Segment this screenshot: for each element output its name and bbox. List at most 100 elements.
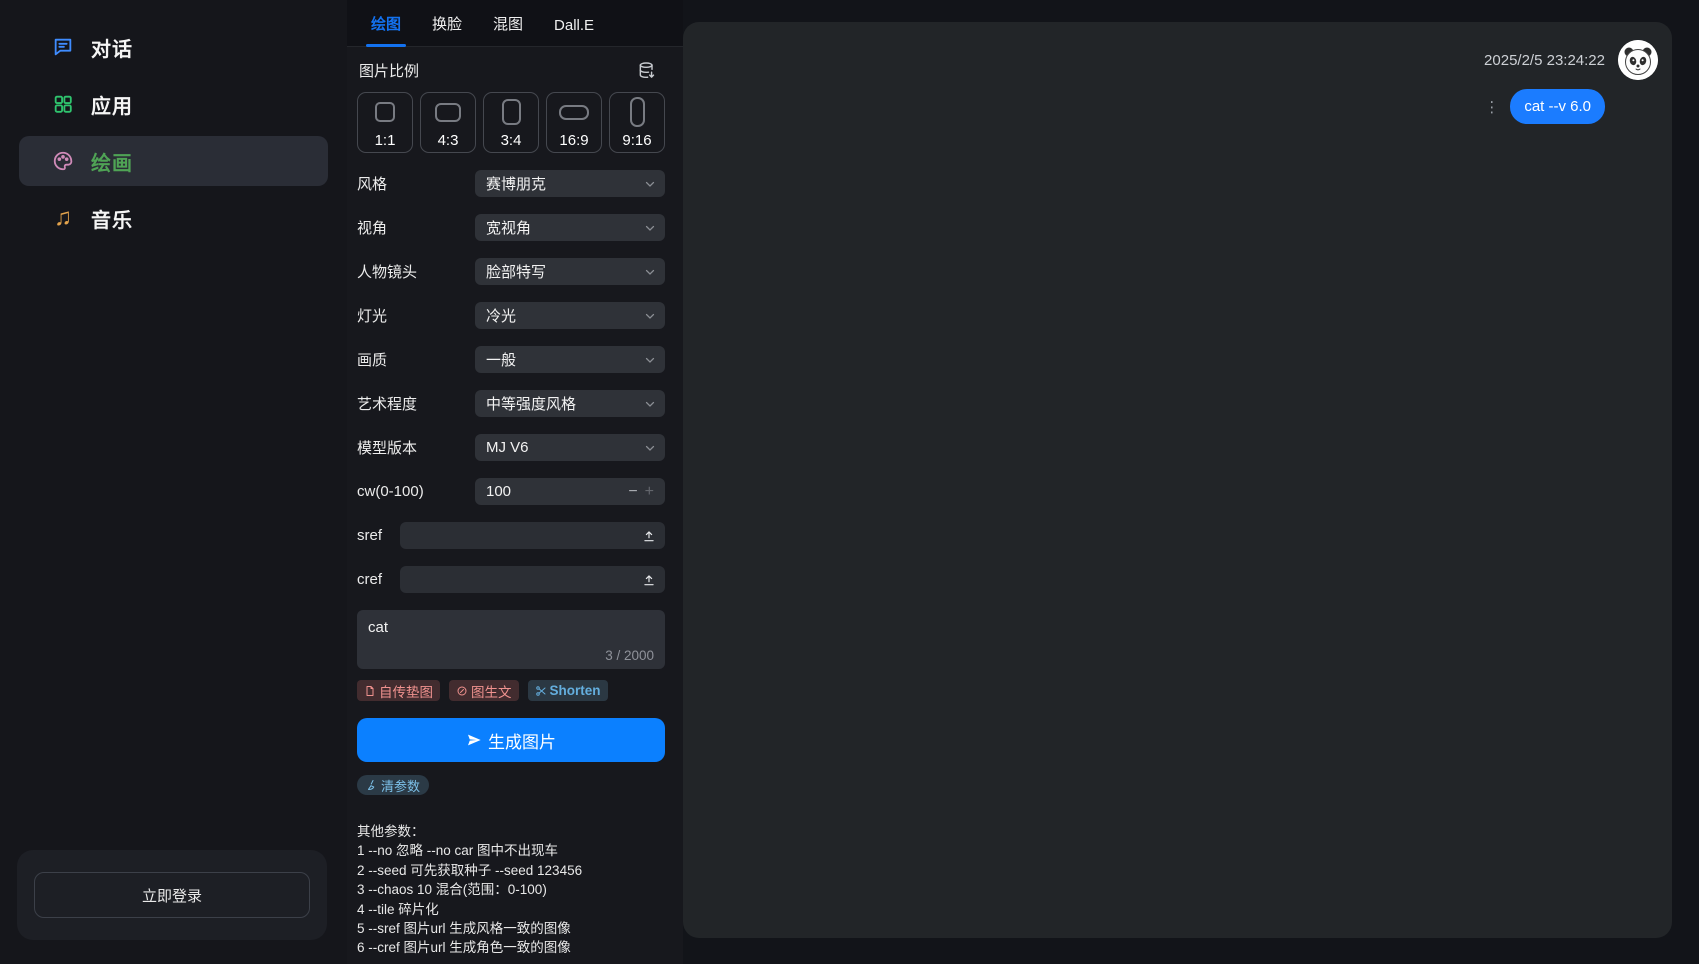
quality-select[interactable]: 一般 [475, 346, 665, 373]
ratio-option-3-4[interactable]: 3:4 [483, 92, 539, 153]
chevron-down-icon [644, 398, 656, 410]
field-label: 模型版本 [357, 437, 475, 458]
ratio-section-header: 图片比例 [357, 60, 665, 81]
portrait-shape-icon [502, 99, 521, 125]
artistry-select[interactable]: 中等强度风格 [475, 390, 665, 417]
message-meta-row: 2025/2/5 23:24:22 [1484, 40, 1658, 80]
image-to-text-icon [456, 685, 468, 697]
sidebar-item-label: 对话 [91, 33, 133, 62]
sidebar-item-chat[interactable]: 对话 [19, 22, 328, 72]
field-row-cw: cw(0-100) 100 − + [357, 478, 665, 505]
chevron-down-icon [644, 354, 656, 366]
sref-upload-input[interactable] [400, 522, 665, 549]
ratio-shape-box [559, 96, 589, 128]
field-row-style: 风格 赛博朋克 [357, 170, 665, 197]
chat-icon [52, 36, 74, 58]
ratio-option-4-3[interactable]: 4:3 [420, 92, 476, 153]
sidebar-item-label: 绘画 [91, 147, 133, 176]
scissors-icon [535, 685, 547, 697]
upload-icon [642, 573, 656, 587]
message-row: ⋮ cat --v 6.0 [1484, 89, 1605, 124]
upload-icon [642, 529, 656, 543]
ratio-option-9-16[interactable]: 9:16 [609, 92, 665, 153]
select-value: 一般 [486, 349, 644, 370]
ratio-shape-box [375, 96, 395, 128]
sidebar-item-draw[interactable]: 绘画 [19, 136, 328, 186]
message-menu-icon[interactable]: ⋮ [1484, 98, 1499, 116]
square-shape-icon [375, 102, 395, 122]
select-value: 冷光 [486, 305, 644, 326]
help-line: 4 --tile 碎片化 [357, 900, 665, 919]
cw-stepper[interactable]: 100 − + [475, 478, 665, 505]
select-value: MJ V6 [486, 439, 644, 456]
image-to-text-tag[interactable]: 图生文 [449, 680, 519, 701]
tall-shape-icon [630, 97, 645, 127]
login-card: 立即登录 [17, 850, 327, 940]
ratio-option-1-1[interactable]: 1:1 [357, 92, 413, 153]
model-version-select[interactable]: MJ V6 [475, 434, 665, 461]
ratio-label: 3:4 [501, 132, 522, 149]
chat-history-card: 2025/2/5 23:24:22 ⋮ cat --v 6.0 [683, 22, 1672, 938]
chevron-down-icon [644, 266, 656, 278]
field-row-view-angle: 视角 宽视角 [357, 214, 665, 241]
tab-blend[interactable]: 混图 [493, 13, 523, 46]
message-timestamp: 2025/2/5 23:24:22 [1484, 52, 1605, 69]
database-download-icon[interactable] [637, 61, 665, 81]
ratio-label: 9:16 [622, 132, 651, 149]
stepper-value: 100 [486, 483, 623, 500]
clear-parameters-tag[interactable]: 清参数 [357, 775, 429, 795]
select-value: 脸部特写 [486, 261, 644, 282]
plus-icon[interactable]: + [643, 483, 656, 501]
user-message-bubble[interactable]: cat --v 6.0 [1510, 89, 1605, 124]
chevron-down-icon [644, 310, 656, 322]
tag-label: 图生文 [471, 681, 512, 701]
apps-grid-icon [52, 93, 74, 115]
minus-icon[interactable]: − [623, 483, 642, 501]
prompt-textarea[interactable]: cat 3 / 2000 [357, 610, 665, 669]
ratio-option-16-9[interactable]: 16:9 [546, 92, 602, 153]
upload-image-icon [364, 685, 376, 697]
field-label: cref [357, 571, 388, 588]
cref-upload-input[interactable] [400, 566, 665, 593]
sidebar-item-label: 音乐 [91, 204, 133, 233]
field-row-model-version: 模型版本 MJ V6 [357, 434, 665, 461]
style-select[interactable]: 赛博朋克 [475, 170, 665, 197]
tab-face-swap[interactable]: 换脸 [432, 13, 462, 46]
upload-pad-image-tag[interactable]: 自传垫图 [357, 680, 440, 701]
help-title: 其他参数： [357, 822, 665, 841]
music-icon: ♫ [52, 207, 74, 229]
field-row-quality: 画质 一般 [357, 346, 665, 373]
select-value: 赛博朋克 [486, 173, 644, 194]
character-shot-select[interactable]: 脸部特写 [475, 258, 665, 285]
palette-icon [52, 150, 74, 172]
help-line: 5 --sref 图片url 生成风格一致的图像 [357, 919, 665, 938]
panel-content: 图片比例 1:1 4:3 3:4 [347, 47, 683, 964]
field-row-lighting: 灯光 冷光 [357, 302, 665, 329]
landscape-shape-icon [435, 103, 461, 122]
view-angle-select[interactable]: 宽视角 [475, 214, 665, 241]
generate-image-button[interactable]: 生成图片 [357, 718, 665, 762]
tab-dalle[interactable]: Dall.E [554, 17, 594, 46]
shorten-tag[interactable]: Shorten [528, 680, 608, 701]
generate-button-label: 生成图片 [488, 728, 556, 753]
login-button[interactable]: 立即登录 [34, 872, 310, 918]
chevron-down-icon [644, 178, 656, 190]
tab-draw[interactable]: 绘图 [371, 13, 401, 46]
tab-bar: 绘图 换脸 混图 Dall.E [347, 0, 683, 47]
help-line: 1 --no 忽略 --no car 图中不出现车 [357, 841, 665, 860]
lighting-select[interactable]: 冷光 [475, 302, 665, 329]
select-value: 宽视角 [486, 217, 644, 238]
sidebar-item-apps[interactable]: 应用 [19, 79, 328, 129]
ratio-label: 4:3 [438, 132, 459, 149]
field-label: 艺术程度 [357, 393, 475, 414]
sidebar-item-music[interactable]: ♫ 音乐 [19, 193, 328, 243]
field-label: 风格 [357, 173, 475, 194]
sidebar-item-label: 应用 [91, 90, 133, 119]
broom-icon [366, 779, 378, 791]
ratio-label: 16:9 [559, 132, 588, 149]
chat-area: 2025/2/5 23:24:22 ⋮ cat --v 6.0 [683, 0, 1699, 964]
paper-plane-icon [466, 732, 482, 748]
chevron-down-icon [644, 442, 656, 454]
help-line: 3 --chaos 10 混合(范围：0-100) [357, 880, 665, 899]
character-counter: 3 / 2000 [605, 648, 654, 663]
